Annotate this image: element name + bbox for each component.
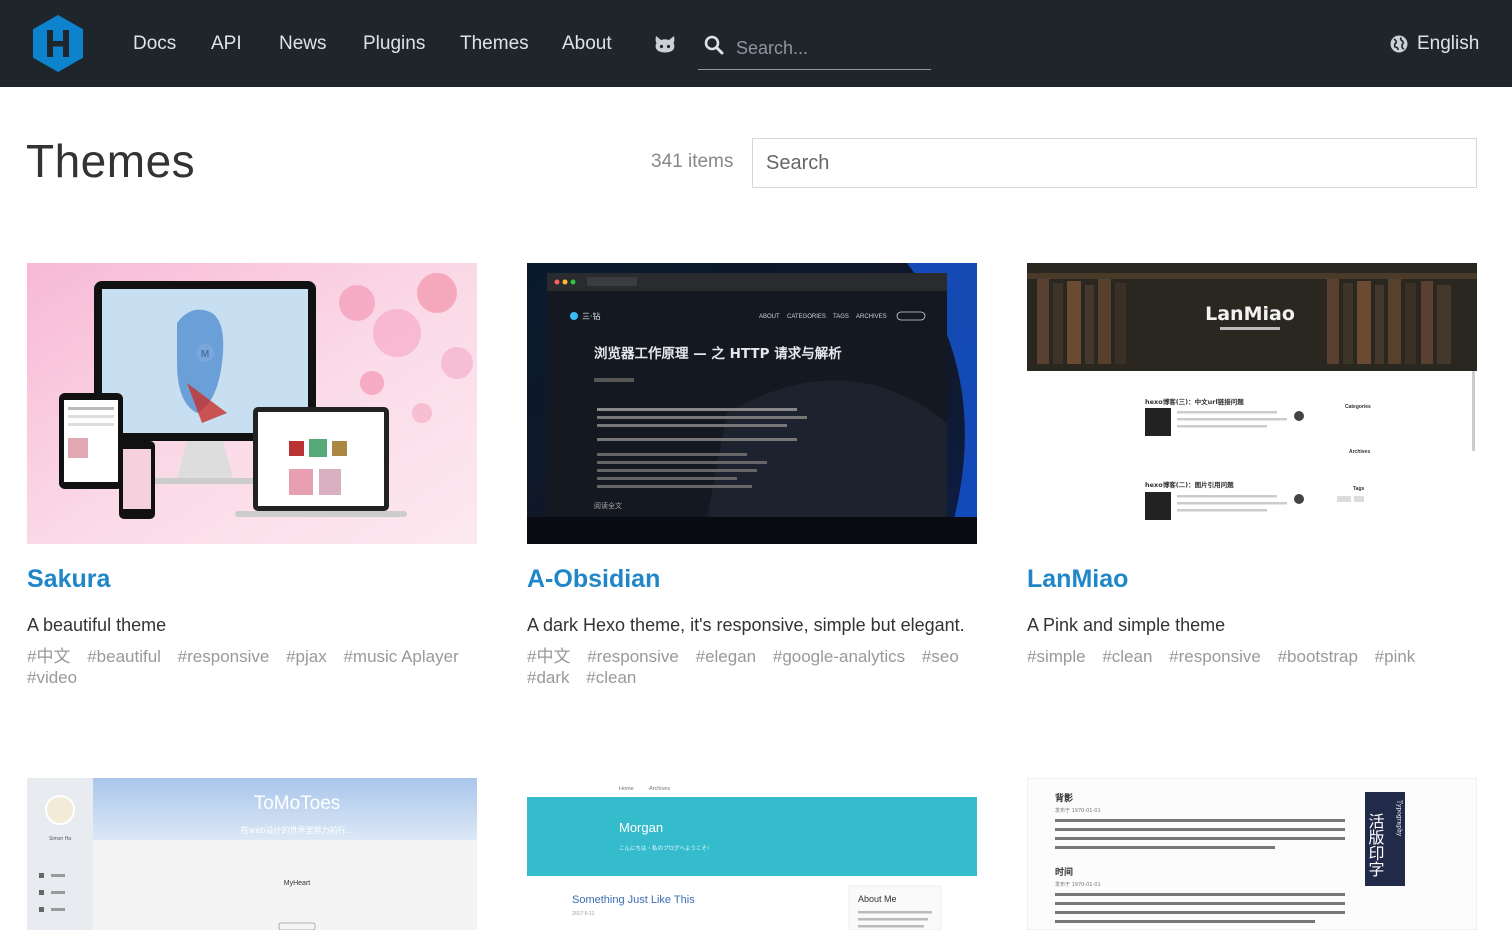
tag[interactable]: #中文 (527, 647, 570, 666)
obsidian-menu-about: ABOUT (759, 314, 780, 320)
tag[interactable]: #google-analytics (773, 647, 905, 666)
typography-heading-2: 时间 (1055, 866, 1073, 878)
obsidian-read-more: 阅读全文 (594, 501, 622, 510)
theme-description: A beautiful theme (27, 615, 167, 635)
tag[interactable]: #music Aplayer (343, 647, 458, 666)
nav-docs[interactable]: Docs (133, 32, 176, 56)
morgan-nav-home: Home (619, 786, 634, 792)
lanmiao-post-1: hexo博客(三)：中文url链接问题 (1145, 397, 1244, 406)
search-icon (704, 35, 724, 55)
typography-meta-1: 发布于 1970-01-01 (1055, 807, 1101, 814)
lanmiao-hero-title: LanMiao (1205, 303, 1295, 325)
tag[interactable]: #video (27, 668, 77, 687)
tag[interactable]: #elegan (696, 647, 757, 666)
nav-themes[interactable]: Themes (460, 32, 529, 56)
theme-card-sakura: M Sakura A beautiful theme #中文 #beaut (27, 263, 477, 688)
nav-plugins[interactable]: Plugins (363, 32, 425, 56)
tag[interactable]: #pink (1375, 647, 1416, 666)
tag[interactable]: #clean (1102, 647, 1152, 666)
typography-heading-1: 背影 (1055, 792, 1073, 804)
theme-card-a-obsidian: 三·钻 ABOUT CATEGORIES TAGS ARCHIVES 浏览器工作… (527, 263, 977, 688)
morgan-post-meta: 2017-5-11 (572, 911, 595, 917)
lanmiao-sidebar-categories: Categories (1345, 404, 1371, 410)
hexo-logo-icon[interactable] (33, 15, 83, 72)
morgan-nav-archives: Archives (649, 786, 670, 792)
nav-api[interactable]: API (211, 32, 242, 56)
theme-title-link[interactable]: Sakura (27, 564, 477, 594)
github-icon[interactable] (654, 35, 676, 53)
lanmiao-sidebar-tags: Tags (1353, 486, 1365, 492)
globe-icon (1390, 35, 1408, 53)
language-label: English (1417, 33, 1480, 54)
theme-tags: #中文 #responsive #elegan #google-analytic… (527, 646, 977, 688)
theme-title-link[interactable]: A-Obsidian (527, 564, 977, 594)
items-count: 341 items (651, 151, 734, 172)
typography-side-text: 活版印字 (1366, 813, 1385, 877)
tag[interactable]: #中文 (27, 647, 70, 666)
tag[interactable]: #responsive (587, 647, 679, 666)
tag[interactable]: #seo (922, 647, 959, 666)
obsidian-post-headline: 浏览器工作原理 — 之 HTTP 请求与解析 (594, 345, 842, 362)
typography-meta-2: 发布于 1970-01-01 (1055, 881, 1101, 888)
obsidian-menu-categories: CATEGORIES (787, 314, 826, 320)
tomotoes-user: Simon Ha (49, 836, 71, 842)
obsidian-brand: 三·钻 (582, 311, 601, 321)
theme-screenshot[interactable]: 三·钻 ABOUT CATEGORIES TAGS ARCHIVES 浏览器工作… (527, 263, 977, 544)
theme-tags: #simple #clean #responsive #bootstrap #p… (1027, 646, 1477, 667)
tomotoes-post-title: MyHeart (284, 880, 311, 887)
theme-description: A Pink and simple theme (1027, 615, 1226, 635)
lanmiao-post-2: hexo博客(二)：图片引用问题 (1145, 480, 1234, 489)
page-title: Themes (26, 135, 196, 187)
top-navbar: Docs API News Plugins Themes About Engli… (0, 0, 1512, 87)
tomotoes-title: ToMoToes (254, 793, 341, 814)
morgan-post-title: Something Just Like This (572, 894, 695, 906)
theme-screenshot[interactable]: Simon Ha ToMoToes 在web设计的世界里努力前行... MyHe… (27, 778, 477, 930)
tag[interactable]: #responsive (1169, 647, 1261, 666)
theme-screenshot[interactable]: Home Archives Morgan こんにちは・私のブログへようこそ! S… (527, 778, 977, 930)
typography-side-text-en: Typography (1396, 800, 1403, 837)
nav-about[interactable]: About (562, 32, 612, 56)
site-search-input[interactable] (736, 35, 926, 61)
morgan-subtitle: こんにちは・私のブログへようこそ! (619, 844, 709, 852)
theme-filter-input[interactable] (752, 138, 1477, 188)
tag[interactable]: #bootstrap (1278, 647, 1358, 666)
tag[interactable]: #simple (1027, 647, 1086, 666)
language-selector[interactable]: English (1390, 31, 1479, 57)
tag[interactable]: #dark (527, 668, 570, 687)
obsidian-menu-archives: ARCHIVES (856, 314, 887, 320)
theme-screenshot[interactable]: M (27, 263, 477, 544)
theme-card-lanmiao: LanMiao hexo博客(三)：中文url链接问题 hexo博客(二)：图片… (1027, 263, 1477, 667)
theme-screenshot[interactable]: 背影 发布于 1970-01-01 时间 发布于 1970-01-01 活版印字… (1027, 778, 1477, 930)
theme-tags: #中文 #beautiful #responsive #pjax #music … (27, 646, 477, 688)
tomotoes-preview-image: Simon Ha ToMoToes 在web设计的世界里努力前行... MyHe… (27, 778, 477, 930)
theme-description: A dark Hexo theme, it's responsive, simp… (527, 615, 965, 635)
theme-screenshot[interactable]: LanMiao hexo博客(三)：中文url链接问题 hexo博客(二)：图片… (1027, 263, 1477, 544)
tag[interactable]: #responsive (178, 647, 270, 666)
lanmiao-preview-image: LanMiao hexo博客(三)：中文url链接问题 hexo博客(二)：图片… (1027, 263, 1477, 544)
tag[interactable]: #clean (586, 668, 636, 687)
morgan-about-heading: About Me (858, 894, 897, 904)
a-obsidian-preview-image: 三·钻 ABOUT CATEGORIES TAGS ARCHIVES 浏览器工作… (527, 263, 977, 544)
morgan-preview-image: Home Archives Morgan こんにちは・私のブログへようこそ! S… (527, 778, 977, 930)
tag[interactable]: #beautiful (87, 647, 161, 666)
tag[interactable]: #pjax (286, 647, 327, 666)
theme-title-link[interactable]: LanMiao (1027, 564, 1477, 594)
sakura-preview-image: M (27, 263, 477, 544)
morgan-title: Morgan (619, 820, 663, 835)
nav-news[interactable]: News (279, 32, 327, 56)
lanmiao-sidebar-archives: Archives (1349, 449, 1370, 455)
obsidian-menu-tags: TAGS (833, 314, 849, 320)
typography-preview-image: 背影 发布于 1970-01-01 时间 发布于 1970-01-01 活版印字… (1027, 778, 1477, 930)
site-search (698, 28, 931, 70)
tomotoes-subtitle: 在web设计的世界里努力前行... (241, 825, 353, 835)
